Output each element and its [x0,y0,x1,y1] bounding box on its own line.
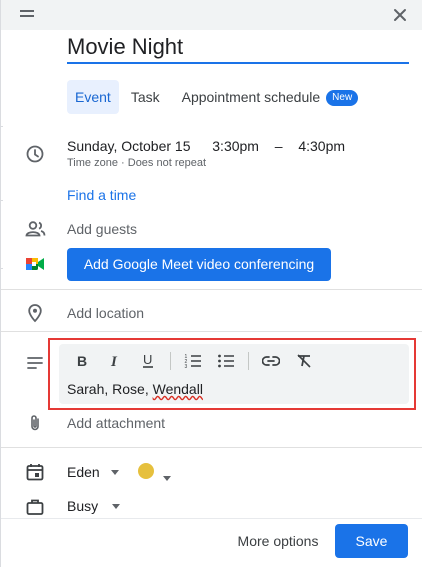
highlight-annotation-frame [48,338,416,410]
title-input[interactable] [67,34,409,60]
repeat-select[interactable]: Does not repeat [128,157,206,169]
tab-event[interactable]: Event [67,80,119,114]
clock-icon [25,144,45,164]
tab-task[interactable]: Task [123,80,168,114]
location-pin-icon [25,303,45,323]
timezone-link[interactable]: Time zone [67,157,118,169]
time-range-dash: – [274,138,283,154]
availability-select[interactable]: Busy [67,497,121,515]
title-field[interactable] [67,34,409,64]
drag-handle-icon[interactable] [20,10,34,18]
event-type-tabs: Event Task Appointment schedule New [67,80,366,114]
chevron-down-icon [112,503,121,509]
event-datetime: Sunday, October 15 3:30pm – 4:30pm [67,138,345,154]
calendar-icon [25,462,45,482]
google-meet-icon [25,255,45,275]
paperclip-icon [25,413,45,433]
tab-appointment-label: Appointment schedule [181,89,321,105]
availability-value: Busy [67,498,99,514]
save-button[interactable]: Save [335,524,408,558]
add-location-input[interactable]: Add location [67,305,144,321]
footer-divider [1,518,422,519]
dialog-header [1,0,422,30]
calendar-color-swatch[interactable] [138,463,154,479]
dot-separator: · [121,157,125,169]
add-guests-input[interactable]: Add guests [67,221,137,237]
people-icon [25,219,46,239]
timezone-repeat-line: Time zone · Does not repeat [67,157,206,169]
start-time-picker[interactable]: 3:30pm [212,138,259,154]
add-google-meet-button[interactable]: Add Google Meet video conferencing [67,248,331,281]
section-divider [1,331,422,332]
new-badge: New [326,90,359,107]
close-icon[interactable] [390,5,410,25]
find-a-time-link[interactable]: Find a time [67,187,136,203]
section-divider [1,289,422,290]
color-chevron-down-icon[interactable] [163,468,171,486]
tab-appointment-schedule[interactable]: Appointment schedule New [174,80,367,114]
briefcase-icon [25,497,45,517]
chevron-down-icon [110,469,119,475]
more-options-button[interactable]: More options [228,524,328,558]
section-divider [1,447,422,448]
date-picker[interactable]: Sunday, October 15 [67,138,190,154]
description-icon [25,353,45,373]
add-attachment-link[interactable]: Add attachment [67,415,165,431]
event-editor-dialog: Event Task Appointment schedule New Sunda… [0,0,422,567]
calendar-name: Eden [67,464,100,480]
end-time-picker[interactable]: 4:30pm [298,138,345,154]
calendar-select[interactable]: Eden [67,463,119,481]
